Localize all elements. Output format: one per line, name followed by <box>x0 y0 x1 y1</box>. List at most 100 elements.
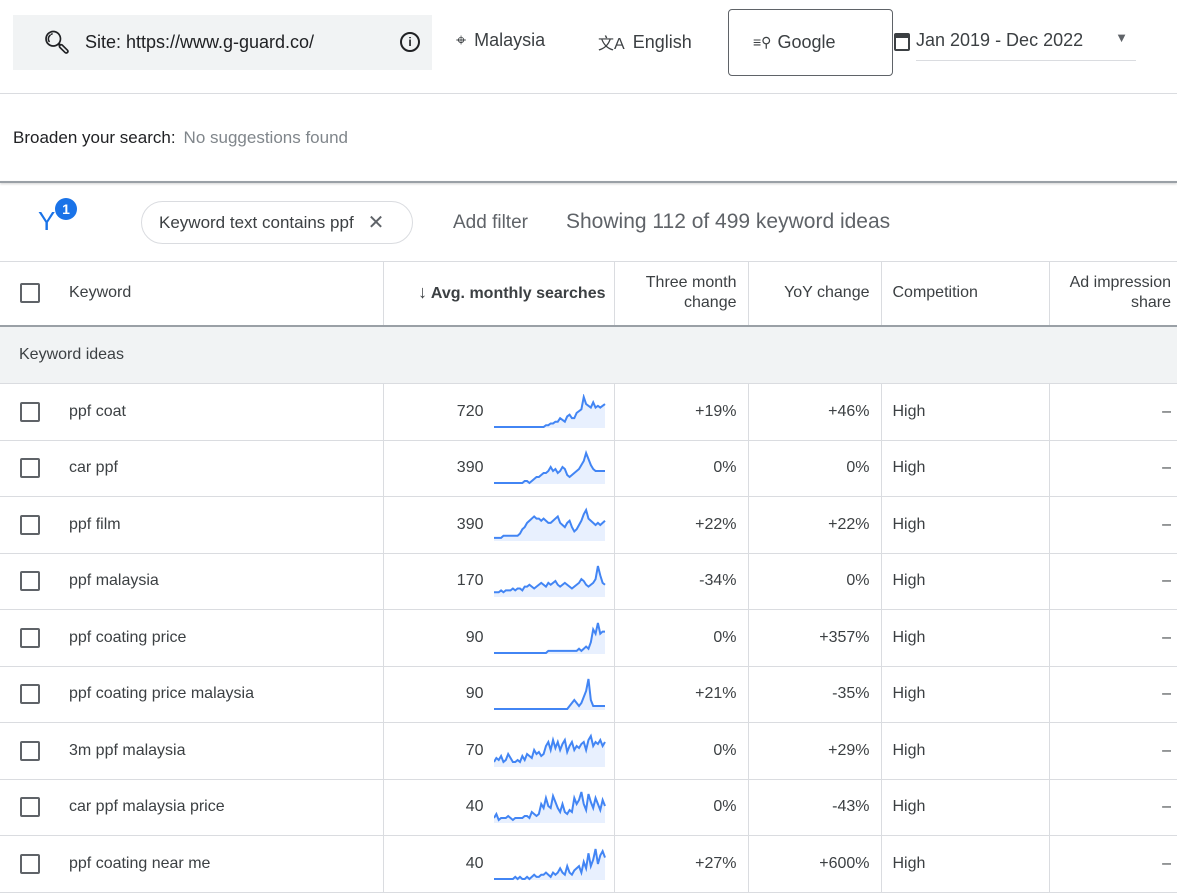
keyword-cell: ppf coat <box>52 383 383 441</box>
broaden-value: No suggestions found <box>183 128 348 147</box>
add-filter-button[interactable]: Add filter <box>453 212 528 234</box>
group-header: Keyword ideas <box>0 325 1177 384</box>
row-checkbox[interactable] <box>20 627 40 648</box>
avg-searches-value: 390 <box>456 459 484 477</box>
competition-value: High <box>880 440 1049 497</box>
row-checkbox[interactable] <box>20 458 40 479</box>
table-row[interactable]: car ppf 390 0% 0% High – <box>0 440 1177 497</box>
filter-chip[interactable]: Keyword text contains ppf ✕ <box>141 201 413 244</box>
row-checkbox[interactable] <box>20 740 40 761</box>
sparkline-line <box>493 622 605 654</box>
divider <box>0 181 1177 183</box>
search-icon: 🔍︎ <box>43 29 71 55</box>
column-yoy-change[interactable]: YoY change <box>747 261 881 327</box>
avg-searches-value: 170 <box>456 572 484 590</box>
keyword-cell: ppf malaysia <box>52 553 383 610</box>
avg-searches-value: 90 <box>465 628 484 646</box>
trend-sparkline <box>493 507 606 541</box>
three-month-change: +19% <box>613 383 748 441</box>
column-competition[interactable]: Competition <box>880 261 1049 327</box>
keyword-cell: ppf film <box>52 496 383 554</box>
select-all-checkbox[interactable] <box>20 283 40 304</box>
three-month-change: 0% <box>613 779 748 836</box>
broaden-label: Broaden your search: <box>13 128 176 147</box>
divider <box>0 93 1177 94</box>
results-count: Showing 112 of 499 keyword ideas <box>566 210 891 233</box>
date-range-selector[interactable]: Jan 2019 - Dec 2022 ▼ <box>894 30 1136 61</box>
competition-value: High <box>880 609 1049 667</box>
trend-sparkline <box>493 450 605 485</box>
trend-sparkline <box>493 566 606 598</box>
yoy-change: 0% <box>747 553 881 610</box>
info-icon[interactable]: i <box>400 32 420 52</box>
ad-impression-share-value: – <box>1048 383 1177 441</box>
trend-sparkline <box>493 848 606 881</box>
three-month-change: 0% <box>613 609 748 667</box>
yoy-change: 0% <box>747 440 881 497</box>
ad-impression-share-value: – <box>1048 553 1177 610</box>
filter-chip-label: Keyword text contains ppf <box>159 212 354 232</box>
three-month-change: 0% <box>613 440 748 497</box>
yoy-change: -43% <box>747 779 881 836</box>
trend-sparkline <box>493 679 605 711</box>
sort-down-icon: ↓ <box>418 282 428 303</box>
keyword-cell: 3m ppf malaysia <box>52 722 383 780</box>
yoy-change: +357% <box>747 609 881 667</box>
competition-value: High <box>880 779 1049 836</box>
table-row[interactable]: ppf coat 720 +19% +46% High – <box>0 383 1177 441</box>
three-month-change: +21% <box>613 666 748 723</box>
competition-value: High <box>880 496 1049 554</box>
competition-value: High <box>880 666 1049 723</box>
row-checkbox[interactable] <box>20 684 40 705</box>
column-keyword[interactable]: Keyword <box>52 261 383 327</box>
column-avg-monthly-searches[interactable]: ↓ Avg. monthly searches <box>382 261 614 327</box>
competition-value: High <box>880 553 1049 610</box>
ad-impression-share-value: – <box>1048 666 1177 723</box>
competition-value: High <box>880 722 1049 780</box>
keyword-cell: ppf coating price <box>52 609 383 667</box>
yoy-change: +600% <box>747 835 881 893</box>
search-network-icon: ≡⚲ <box>753 34 772 50</box>
column-label: Avg. monthly searches <box>430 285 606 303</box>
avg-searches-value: 90 <box>465 685 484 703</box>
table-row[interactable]: 3m ppf malaysia 70 0% +29% High – <box>0 722 1177 780</box>
search-input[interactable]: 🔍︎ Site: https://www.g-guard.co/ i <box>13 15 432 70</box>
date-range-label: Jan 2019 - Dec 2022 <box>916 30 1084 50</box>
translate-icon: 文A <box>598 36 625 53</box>
three-month-change: +27% <box>613 835 748 893</box>
avg-searches-value: 390 <box>456 515 484 533</box>
keyword-cell: ppf coating near me <box>52 835 383 893</box>
row-checkbox[interactable] <box>20 571 40 592</box>
column-three-month-change[interactable]: Three month change <box>613 261 748 327</box>
ad-impression-share-value: – <box>1048 609 1177 667</box>
three-month-change: -34% <box>613 553 748 610</box>
competition-value: High <box>880 383 1049 441</box>
location-selector[interactable]: ⌖ Malaysia <box>456 30 545 51</box>
avg-searches-value: 70 <box>465 741 484 759</box>
keyword-cell: car ppf malaysia price <box>52 779 383 836</box>
avg-searches-value: 720 <box>456 402 484 420</box>
table-row[interactable]: car ppf malaysia price 40 0% -43% High – <box>0 779 1177 836</box>
column-ad-impression-share[interactable]: Ad impression share <box>1048 261 1177 327</box>
yoy-change: +22% <box>747 496 881 554</box>
row-checkbox[interactable] <box>20 853 40 874</box>
table-row[interactable]: ppf coating price malaysia 90 +21% -35% … <box>0 666 1177 723</box>
language-selector[interactable]: 文A English <box>598 30 692 54</box>
row-checkbox[interactable] <box>20 797 40 818</box>
table-row[interactable]: ppf film 390 +22% +22% High – <box>0 496 1177 554</box>
keyword-cell: ppf coating price malaysia <box>52 666 383 723</box>
trend-sparkline <box>493 393 606 428</box>
three-month-change: 0% <box>613 722 748 780</box>
table-row[interactable]: ppf coating near me 40 +27% +600% High – <box>0 835 1177 893</box>
network-selector[interactable]: ≡⚲ Google <box>728 9 893 76</box>
table-row[interactable]: ppf malaysia 170 -34% 0% High – <box>0 553 1177 610</box>
table-row[interactable]: ppf coating price 90 0% +357% High – <box>0 609 1177 667</box>
row-checkbox[interactable] <box>20 514 40 535</box>
row-checkbox[interactable] <box>20 401 40 422</box>
close-icon[interactable]: ✕ <box>368 210 385 235</box>
filter-icon[interactable]: Y <box>38 206 55 237</box>
sparkline-area <box>493 566 605 598</box>
avg-searches-value: 40 <box>465 798 484 816</box>
location-label: Malaysia <box>474 30 546 50</box>
ad-impression-share-value: – <box>1048 835 1177 893</box>
